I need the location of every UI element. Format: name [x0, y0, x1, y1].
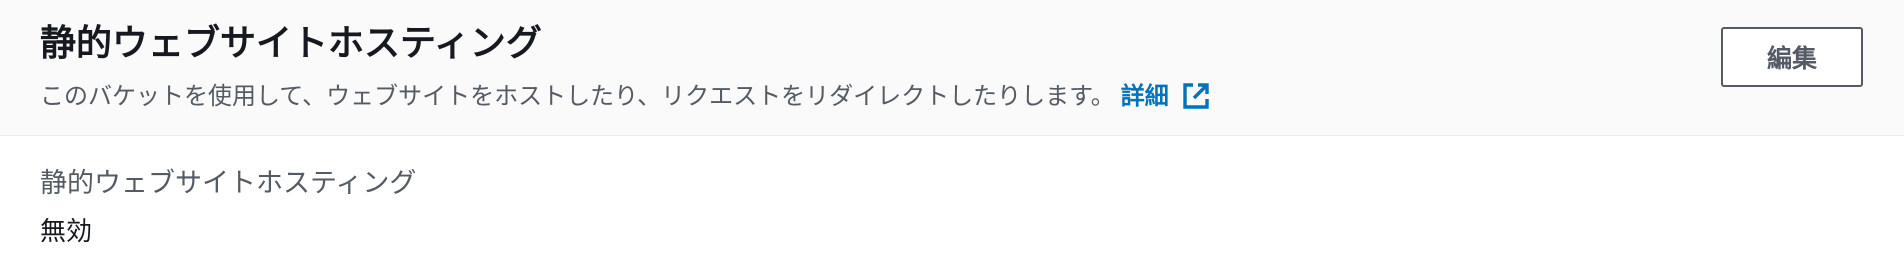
- static-website-hosting-panel: 静的ウェブサイトホスティング このバケットを使用して、ウェブサイトをホストしたり…: [0, 0, 1904, 274]
- hosting-status-value: 無効: [40, 217, 93, 247]
- panel-description: このバケットを使用して、ウェブサイトをホストしたり、リクエストをリダイレクトした…: [40, 79, 1864, 113]
- panel-title: 静的ウェブサイトホスティング: [40, 23, 542, 64]
- edit-button[interactable]: 編集: [1721, 27, 1863, 87]
- external-link-icon: [1181, 81, 1211, 111]
- panel-description-text: このバケットを使用して、ウェブサイトをホストしたり、リクエストをリダイレクトした…: [40, 82, 1115, 110]
- panel-body: 静的ウェブサイトホスティング 無効: [0, 136, 1904, 250]
- hosting-status-label: 静的ウェブサイトホスティング: [40, 168, 417, 199]
- info-link[interactable]: 詳細: [1121, 79, 1211, 113]
- panel-header: 静的ウェブサイトホスティング このバケットを使用して、ウェブサイトをホストしたり…: [0, 0, 1904, 136]
- info-link-label: 詳細: [1120, 82, 1169, 110]
